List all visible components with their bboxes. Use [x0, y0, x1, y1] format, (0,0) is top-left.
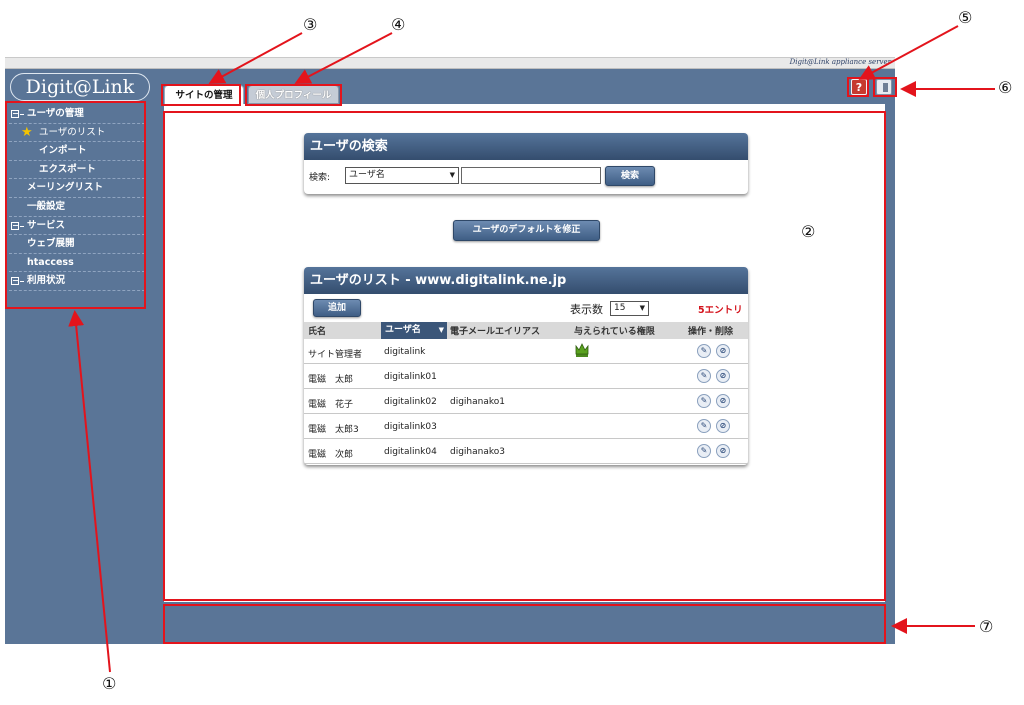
- callout-2: ②: [801, 222, 816, 241]
- callout-6: ⑥: [998, 78, 1013, 97]
- callout-5: ⑤: [958, 8, 973, 27]
- callout-7: ⑦: [979, 617, 994, 636]
- annotation-arrows: [68, 25, 995, 673]
- callout-3: ③: [303, 15, 318, 34]
- callout-4: ④: [391, 15, 406, 34]
- callout-1: ①: [102, 674, 117, 693]
